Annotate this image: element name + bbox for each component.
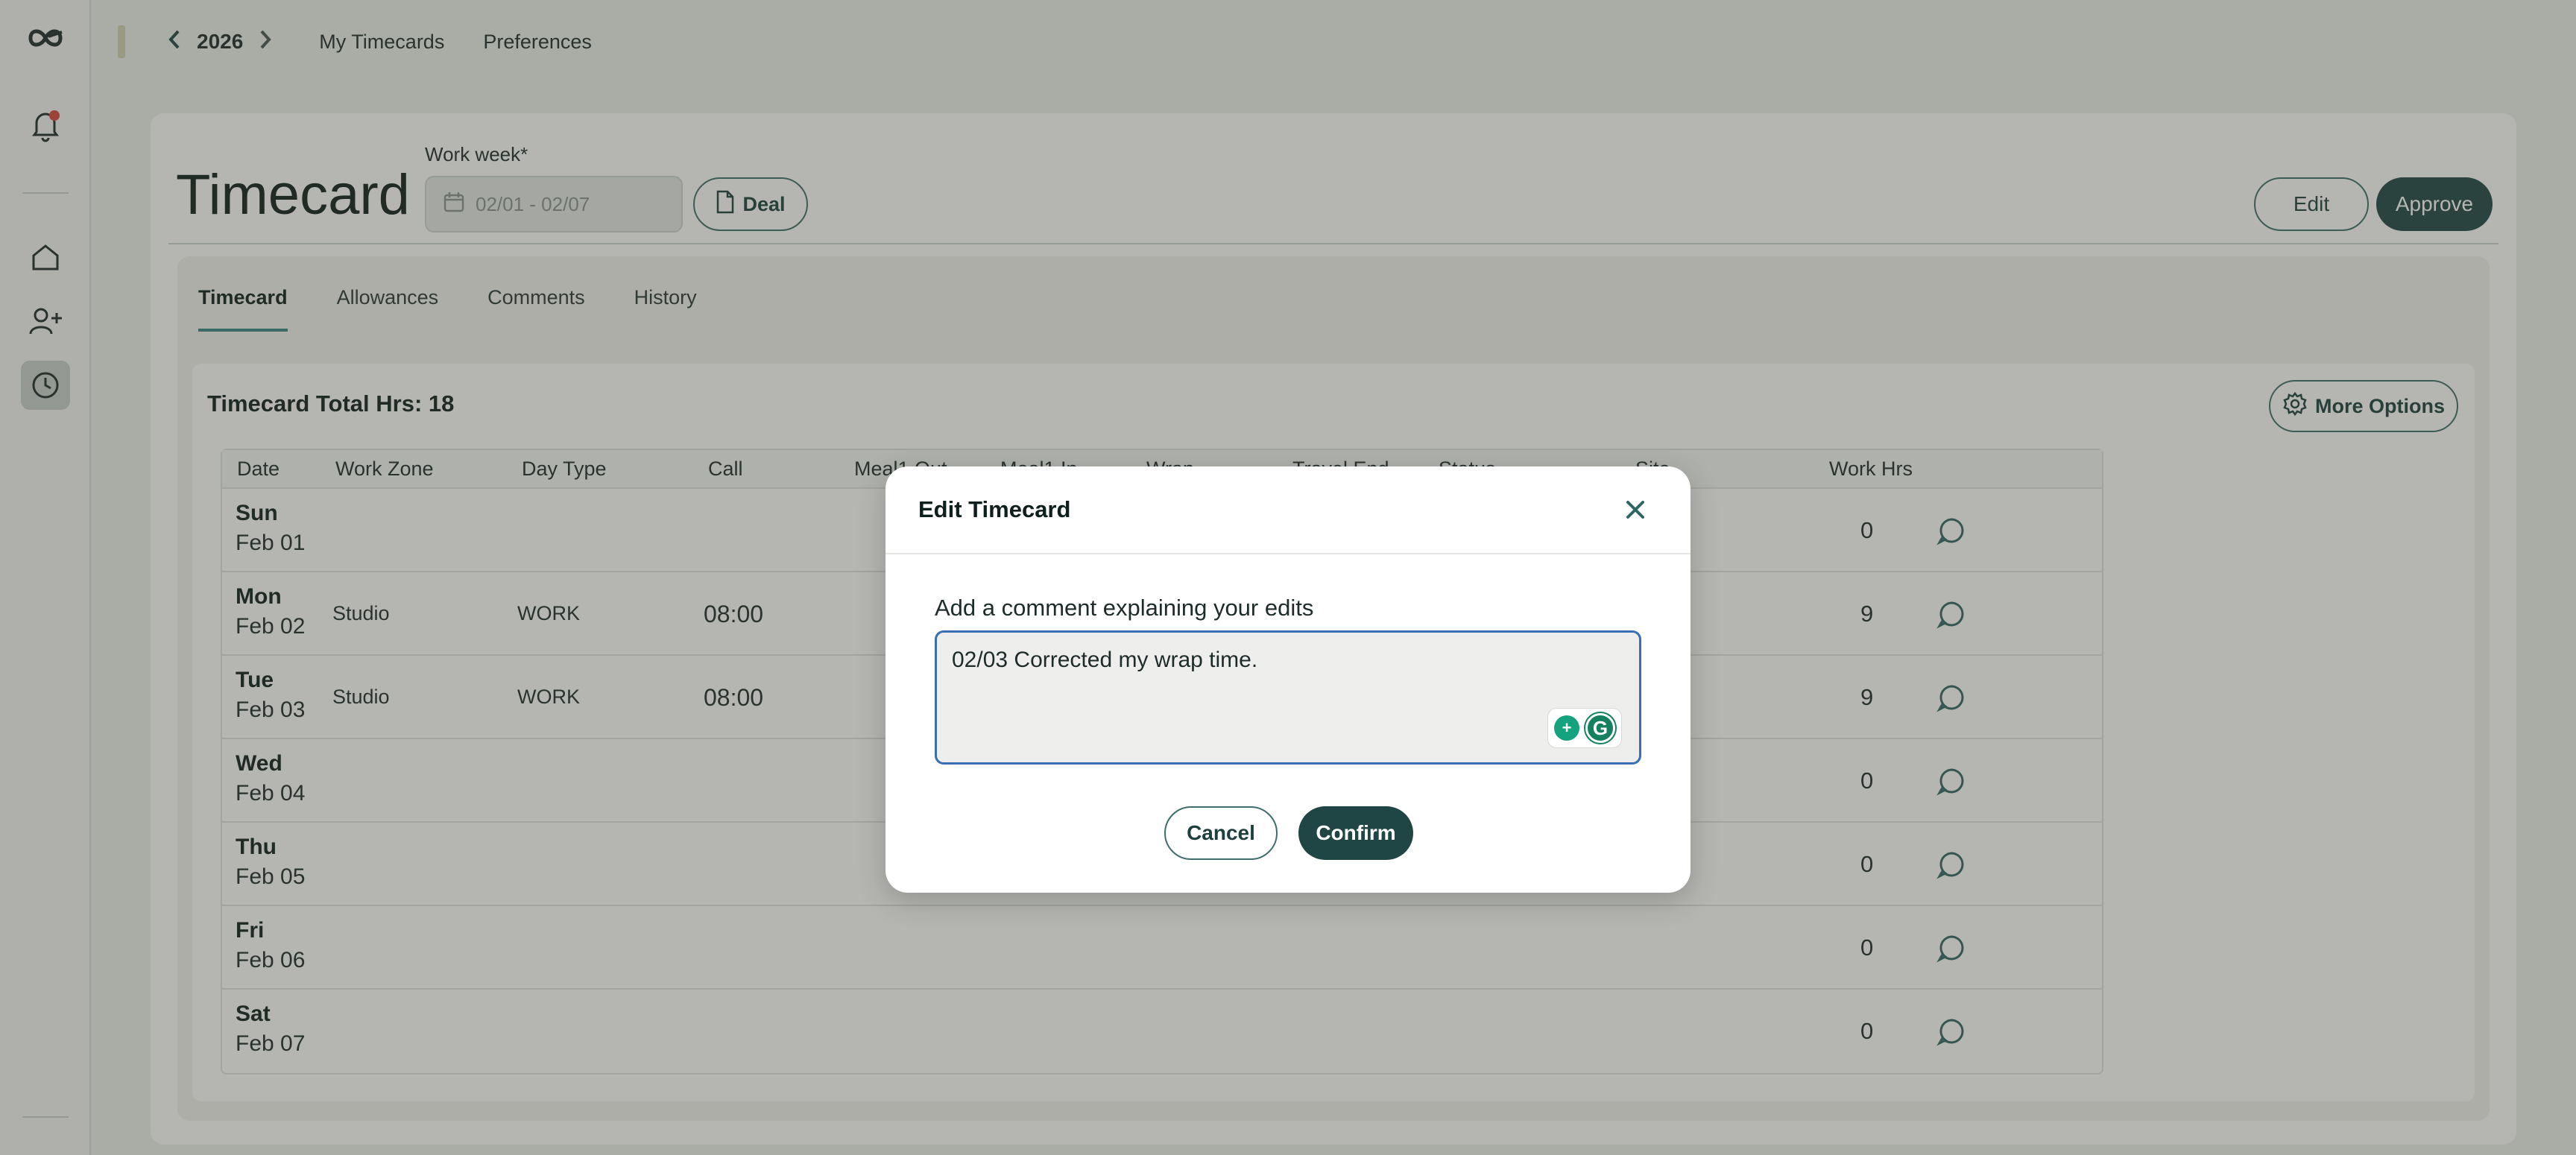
comment-textarea[interactable]: 02/03 Corrected my wrap time. <box>935 630 1641 765</box>
dialog-title: Edit Timecard <box>918 496 1071 522</box>
close-icon[interactable] <box>1620 495 1650 525</box>
edit-timecard-dialog: Edit Timecard Add a comment explaining y… <box>886 466 1690 893</box>
cancel-button[interactable]: Cancel <box>1164 806 1278 860</box>
grammarly-widget[interactable]: + G <box>1547 708 1622 748</box>
dialog-divider <box>886 553 1690 554</box>
comment-label: Add a comment explaining your edits <box>935 595 1314 621</box>
confirm-button[interactable]: Confirm <box>1298 806 1413 860</box>
grammarly-logo-icon[interactable]: G <box>1585 713 1615 743</box>
grammarly-suggestion-icon[interactable]: + <box>1554 715 1579 741</box>
